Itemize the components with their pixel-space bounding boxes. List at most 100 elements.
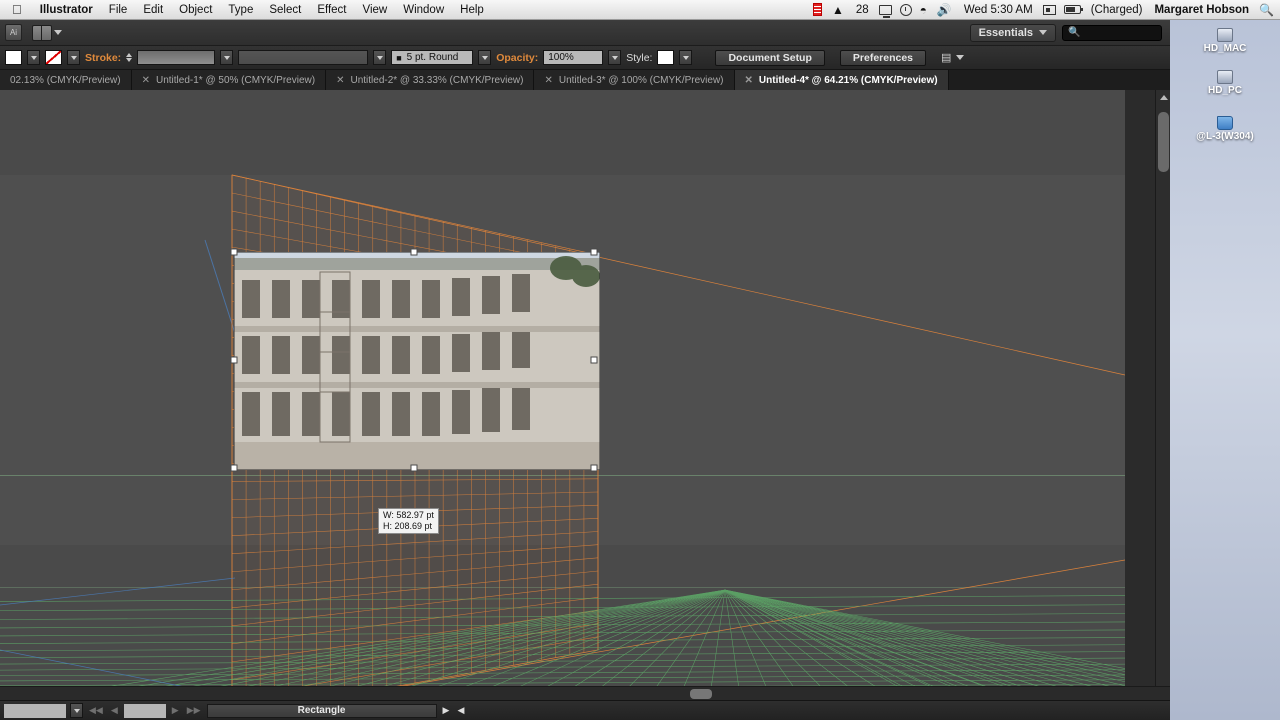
desktop-icon-hd-pc[interactable]: HD_PC (1170, 70, 1280, 96)
hard-drive-icon (1217, 70, 1233, 84)
canvas-area[interactable]: W: 582.97 pt H: 208.69 pt (0, 90, 1125, 710)
menu-item-illustrator[interactable]: Illustrator (32, 0, 101, 20)
workspace-dropdown[interactable]: Essentials (969, 23, 1056, 42)
document-tab-3[interactable]: ✕ Untitled-3* @ 100% (CMYK/Preview) (534, 70, 735, 90)
menu-item-view[interactable]: View (355, 0, 396, 20)
film-strip-icon[interactable] (812, 3, 822, 16)
badge-count: 28 (855, 3, 869, 16)
desktop-icon-label: HD_MAC (1203, 43, 1247, 54)
arrange-documents-icon[interactable] (32, 24, 62, 41)
close-icon[interactable]: ✕ (336, 75, 344, 86)
menu-item-help[interactable]: Help (452, 0, 492, 20)
fill-dropdown-icon[interactable] (27, 50, 40, 65)
workspace-switcher: Essentials 🔍 (969, 23, 1170, 42)
search-icon: 🔍 (1068, 27, 1081, 38)
last-artboard-icon[interactable]: ▶▶ (185, 705, 203, 716)
input-source-icon[interactable] (1042, 4, 1056, 15)
horizontal-scroll-thumb[interactable] (690, 689, 712, 699)
document-tab-1[interactable]: ✕ Untitled-1* @ 50% (CMYK/Preview) (131, 70, 327, 90)
menu-item-type[interactable]: Type (220, 0, 261, 20)
stroke-profile-field[interactable] (238, 50, 369, 65)
stroke-weight-dropdown-icon[interactable] (220, 50, 234, 65)
preferences-button[interactable]: Preferences (839, 49, 927, 66)
desktop-background: HD_MAC HD_PC @L-3(W304) (1170, 20, 1280, 720)
close-icon[interactable]: ✕ (745, 75, 753, 86)
status-tool-label[interactable]: Rectangle (206, 703, 437, 718)
user-name-label[interactable]: Margaret Hobson (1152, 0, 1251, 20)
spotlight-search-icon[interactable]: 🔍 (1259, 3, 1274, 17)
menu-item-object[interactable]: Object (171, 0, 220, 20)
battery-icon[interactable] (1063, 5, 1083, 14)
stroke-weight-stepper[interactable] (126, 53, 133, 62)
opacity-label: Opacity: (496, 51, 539, 64)
document-tab-label: Untitled-2* @ 33.33% (CMYK/Preview) (350, 74, 524, 86)
close-icon[interactable]: ✕ (142, 75, 150, 86)
desktop-icon-label: HD_PC (1208, 85, 1242, 96)
status-menu-icon[interactable]: ▶ (441, 705, 452, 716)
menu-item-edit[interactable]: Edit (135, 0, 171, 20)
artboard-number-field[interactable] (123, 703, 166, 718)
stroke-weight-field[interactable] (137, 50, 216, 65)
hard-drive-icon (1217, 28, 1233, 42)
brush-definition-field[interactable]: ■ 5 pt. Round (391, 50, 474, 65)
macos-menu-bar:  Illustrator File Edit Object Type Sele… (0, 0, 1280, 20)
stroke-profile-dropdown-icon[interactable] (373, 50, 387, 65)
illustrator-logo-icon: Ai (5, 24, 22, 41)
status-bar: ◀◀ ◀ ▶ ▶▶ Rectangle ▶ ◀ (0, 700, 1170, 720)
document-tab-4[interactable]: ✕ Untitled-4* @ 64.21% (CMYK/Preview) (734, 70, 949, 90)
desktop-icon-network-folder[interactable]: @L-3(W304) (1170, 116, 1280, 142)
first-artboard-icon[interactable]: ◀◀ (87, 705, 105, 716)
selection-handles[interactable] (228, 246, 608, 476)
menu-item-window[interactable]: Window (395, 0, 452, 20)
document-setup-button[interactable]: Document Setup (715, 49, 825, 66)
document-tab-2[interactable]: ✕ Untitled-2* @ 33.33% (CMYK/Preview) (326, 70, 535, 90)
status-resize-icon[interactable]: ◀ (455, 705, 466, 716)
zoom-level-field[interactable] (4, 703, 66, 718)
control-bar: Stroke: ■ 5 pt. Round Opacity: 100% Styl… (0, 46, 1170, 70)
brush-definition-dropdown-icon[interactable] (478, 50, 492, 65)
align-icon[interactable]: ▤ (941, 51, 951, 64)
close-icon[interactable]: ✕ (544, 75, 552, 86)
zoom-dropdown-icon[interactable] (70, 703, 83, 718)
adobe-icon[interactable]: ▲ (830, 0, 846, 20)
vertical-scroll-thumb[interactable] (1158, 112, 1169, 172)
scroll-up-icon[interactable] (1160, 95, 1168, 100)
canvas-vertical-scrollbar[interactable] (1155, 90, 1170, 710)
document-tab-label: Untitled-4* @ 64.21% (CMYK/Preview) (758, 74, 938, 86)
wifi-icon[interactable]: ◓ (920, 3, 927, 17)
menu-bar-extras: ▲ 28 ◓ 🔊 Wed 5:30 AM (Charged) Margaret … (812, 0, 1280, 20)
document-tab-0[interactable]: 02.13% (CMYK/Preview) (0, 70, 132, 90)
previous-artboard-icon[interactable]: ◀ (109, 705, 120, 716)
menu-item-file[interactable]: File (101, 0, 136, 20)
document-tab-label: Untitled-3* @ 100% (CMYK/Preview) (558, 74, 724, 86)
graphic-style-dropdown-icon[interactable] (679, 50, 693, 65)
search-input[interactable]: 🔍 (1062, 24, 1162, 41)
battery-status-label: (Charged) (1090, 3, 1143, 16)
volume-icon[interactable]: 🔊 (935, 0, 954, 20)
opacity-value[interactable]: 100% (543, 50, 604, 65)
style-label: Style: (626, 51, 653, 64)
clock-text[interactable]: Wed 5:30 AM (962, 0, 1035, 20)
fill-swatch[interactable] (5, 50, 22, 65)
apple-menu-icon[interactable]:  (0, 3, 32, 16)
stroke-swatch[interactable] (45, 50, 62, 65)
opacity-dropdown-icon[interactable] (608, 50, 622, 65)
desktop-icon-hd-mac[interactable]: HD_MAC (1170, 28, 1280, 54)
screen-root:  Illustrator File Edit Object Type Sele… (0, 0, 1280, 720)
time-machine-icon[interactable] (899, 3, 912, 16)
desktop-icon-label: @L-3(W304) (1196, 131, 1254, 142)
next-artboard-icon[interactable]: ▶ (170, 705, 181, 716)
application-bar: Ai Essentials 🔍 (0, 20, 1170, 46)
graphic-style-swatch[interactable] (657, 50, 675, 65)
display-icon[interactable] (878, 4, 892, 18)
stroke-label: Stroke: (85, 51, 122, 64)
brush-definition-label: 5 pt. Round (406, 52, 459, 63)
canvas-horizontal-scrollbar[interactable] (0, 686, 1170, 700)
menu-item-select[interactable]: Select (261, 0, 309, 20)
workspace-label: Essentials (978, 26, 1033, 39)
measurement-tooltip: W: 582.97 pt H: 208.69 pt (378, 508, 439, 534)
stroke-dropdown-icon[interactable] (67, 50, 80, 65)
document-tab-bar: 02.13% (CMYK/Preview) ✕ Untitled-1* @ 50… (0, 70, 1170, 90)
menu-item-effect[interactable]: Effect (309, 0, 354, 20)
align-dropdown-icon[interactable] (956, 55, 965, 60)
